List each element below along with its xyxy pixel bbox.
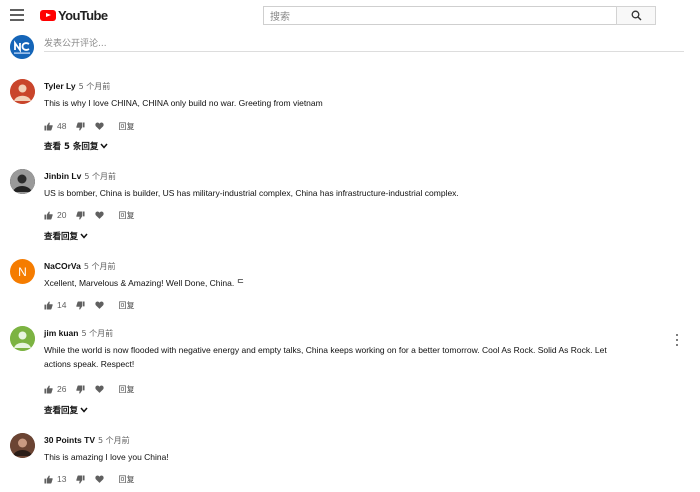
comment-actions: 20 回复: [44, 209, 134, 221]
like-count: 48: [57, 121, 67, 131]
heart-icon: [95, 301, 105, 309]
thumbs-up-icon: [44, 210, 53, 220]
author-line: NaCOrVa 5 个月前: [44, 261, 116, 272]
like-count: 14: [57, 300, 67, 310]
timestamp[interactable]: 5 个月前: [81, 329, 113, 338]
timestamp[interactable]: 5 个月前: [98, 436, 130, 445]
youtube-play-icon: [40, 9, 56, 21]
thumbs-up-icon: [44, 474, 53, 484]
search-input[interactable]: [264, 9, 616, 26]
thumbs-down-icon: [76, 210, 86, 220]
view-replies-button[interactable]: 查看回复: [44, 230, 88, 242]
dislike-button[interactable]: [76, 121, 86, 131]
thumbs-up-icon: [44, 300, 53, 310]
avatar[interactable]: [10, 326, 35, 351]
avatar[interactable]: N: [10, 259, 35, 284]
reply-button[interactable]: 回复: [118, 300, 134, 311]
reply-button[interactable]: 回复: [118, 384, 134, 395]
dislike-button[interactable]: [76, 384, 86, 394]
logo-text: YouTube: [58, 7, 108, 23]
heart-icon: [95, 475, 105, 483]
author-name[interactable]: 30 Points TV: [44, 435, 95, 445]
comment-text: This is amazing I love you China!: [44, 452, 169, 462]
heart-button[interactable]: [95, 122, 105, 130]
avatar[interactable]: [10, 79, 35, 104]
heart-icon: [95, 211, 105, 219]
dislike-button[interactable]: [76, 300, 86, 310]
more-options-icon[interactable]: [674, 334, 680, 346]
author-name[interactable]: NaCOrVa: [44, 261, 81, 271]
view-replies-label: 查看回复: [44, 406, 79, 416]
timestamp[interactable]: 5 个月前: [84, 172, 116, 181]
author-name[interactable]: Tyler Ly: [44, 81, 76, 91]
user-avatar: [10, 35, 34, 59]
search-button[interactable]: [616, 6, 656, 25]
avatar-letter: N: [18, 264, 27, 279]
comment-input[interactable]: [44, 36, 684, 52]
view-replies-button[interactable]: 查看回复: [44, 404, 88, 416]
comment-text: While the world is now flooded with nega…: [44, 345, 607, 369]
comment-actions: 26 回复: [44, 383, 134, 395]
user-avatar-logo: [10, 35, 34, 59]
chevron-down-icon: [100, 143, 108, 149]
menu-icon[interactable]: [10, 9, 24, 21]
dislike-button[interactable]: [76, 210, 86, 220]
like-count: 13: [57, 474, 67, 484]
timestamp[interactable]: 5 个月前: [79, 82, 111, 91]
comment-actions: 14 回复: [44, 299, 134, 311]
comment-actions: 48 回复: [44, 120, 134, 132]
thumbs-down-icon: [76, 300, 86, 310]
heart-button[interactable]: [95, 385, 105, 393]
comment-actions: 13 回复: [44, 473, 134, 485]
view-replies-button[interactable]: 查看 5 条回复: [44, 140, 108, 152]
thumbs-down-icon: [76, 121, 86, 131]
heart-button[interactable]: [95, 475, 105, 483]
dislike-button[interactable]: [76, 474, 86, 484]
like-button[interactable]: [44, 474, 53, 484]
like-count: 20: [57, 210, 67, 220]
like-button[interactable]: [44, 384, 53, 394]
author-name[interactable]: Jinbin Lv: [44, 171, 81, 181]
thumbs-down-icon: [76, 474, 86, 484]
chevron-down-icon: [80, 407, 88, 413]
add-comment-row: [0, 32, 700, 59]
like-button[interactable]: [44, 300, 53, 310]
reply-button[interactable]: 回复: [118, 121, 134, 132]
heart-button[interactable]: [95, 301, 105, 309]
avatar[interactable]: [10, 433, 35, 458]
like-count: 26: [57, 384, 67, 394]
top-bar: YouTube: [0, 0, 700, 30]
reply-button[interactable]: 回复: [118, 474, 134, 485]
thumbs-down-icon: [76, 384, 86, 394]
author-line: 30 Points TV 5 个月前: [44, 435, 130, 446]
author-name[interactable]: jim kuan: [44, 328, 78, 338]
author-line: jim kuan 5 个月前: [44, 328, 113, 339]
author-line: Tyler Ly 5 个月前: [44, 81, 110, 92]
thumbs-up-icon: [44, 121, 53, 131]
thumbs-up-icon: [44, 384, 53, 394]
person-avatar-image: [10, 79, 35, 104]
view-replies-label: 查看 5 条回复: [44, 142, 99, 152]
reply-button[interactable]: 回复: [118, 210, 134, 221]
person-avatar-image: [10, 326, 35, 351]
comment-text: US is bomber, China is builder, US has m…: [44, 188, 459, 198]
avatar[interactable]: [10, 169, 35, 194]
view-replies-label: 查看回复: [44, 232, 79, 242]
author-line: Jinbin Lv 5 个月前: [44, 171, 116, 182]
heart-icon: [95, 385, 105, 393]
heart-icon: [95, 122, 105, 130]
person-avatar-image: [10, 433, 35, 458]
chevron-down-icon: [80, 233, 88, 239]
person-avatar-image: [10, 169, 35, 194]
comment-text: Xcellent, Marvelous & Amazing! Well Done…: [44, 278, 245, 288]
like-button[interactable]: [44, 210, 53, 220]
comment-text: This is why I love CHINA, CHINA only bui…: [44, 98, 323, 108]
youtube-logo[interactable]: YouTube: [40, 7, 108, 23]
timestamp[interactable]: 5 个月前: [84, 262, 116, 271]
search-box: [263, 6, 617, 26]
like-button[interactable]: [44, 121, 53, 131]
search-icon: [631, 10, 641, 21]
heart-button[interactable]: [95, 211, 105, 219]
